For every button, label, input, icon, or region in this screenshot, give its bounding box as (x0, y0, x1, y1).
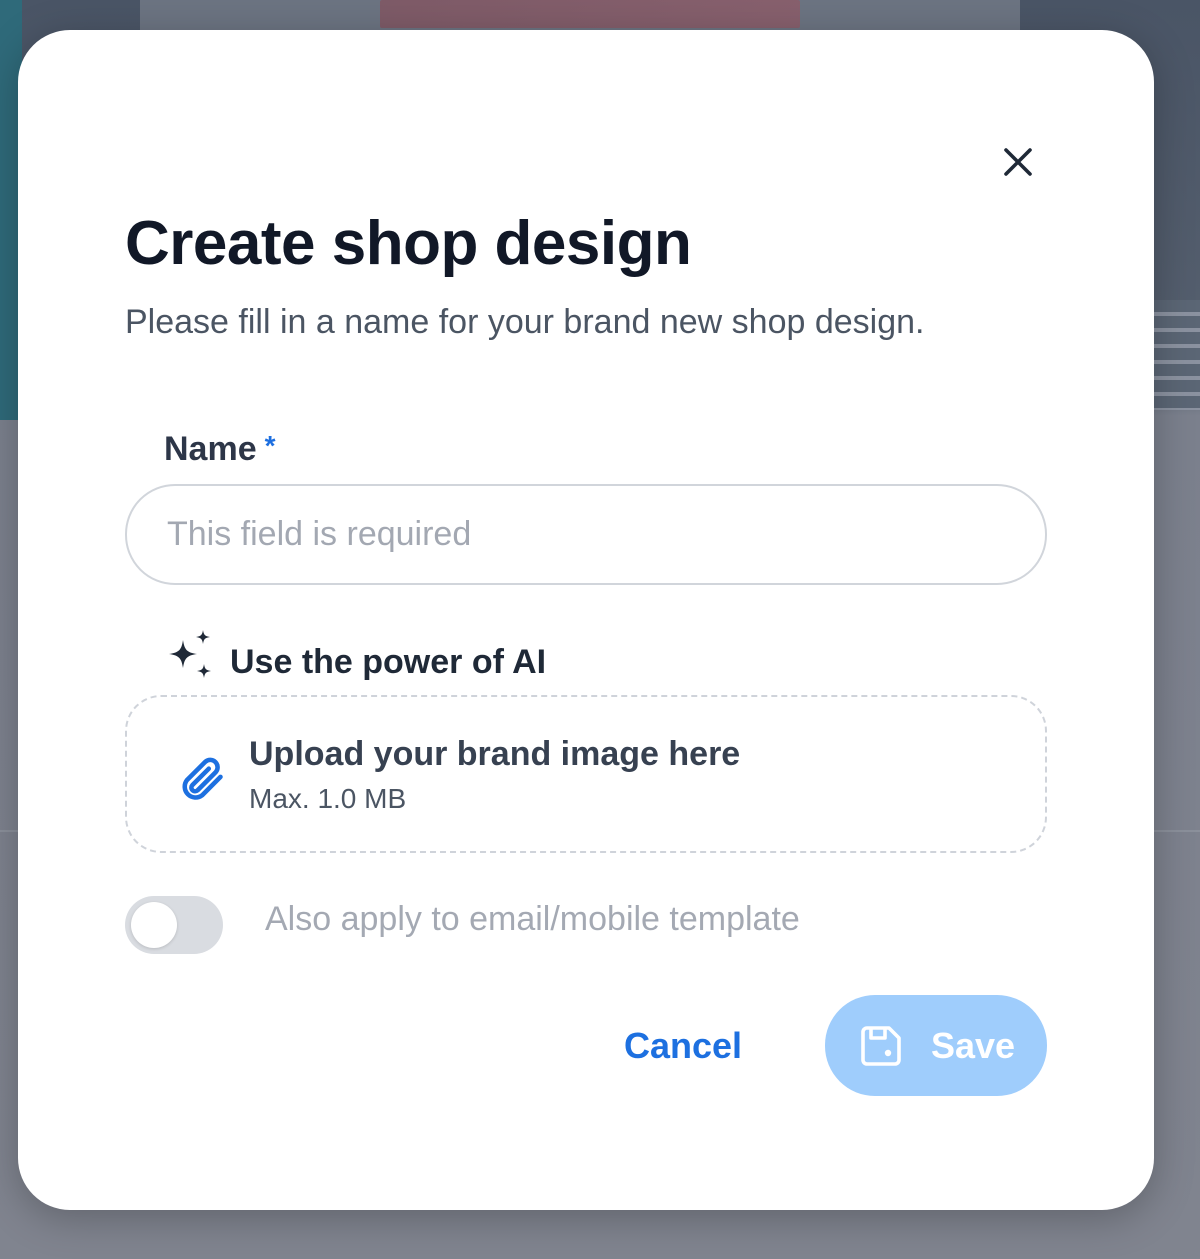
name-field-label: Name * (164, 430, 276, 469)
name-input[interactable] (125, 484, 1047, 585)
save-button-label: Save (930, 1024, 1016, 1066)
ai-section-header: Use the power of AI (166, 630, 546, 684)
cancel-button[interactable]: Cancel (608, 998, 758, 1094)
name-label-text: Name (164, 430, 257, 468)
upload-title: Upload your brand image here (249, 735, 741, 773)
ai-section-label: Use the power of AI (230, 642, 547, 681)
dialog-subtitle: Please fill in a name for your brand new… (125, 303, 925, 341)
sparkles-icon (169, 630, 211, 678)
brand-image-upload-dropzone[interactable]: Upload your brand image here Max. 1.0 MB (125, 695, 1047, 853)
toggle-knob (131, 902, 177, 948)
apply-to-templates-toggle[interactable] (125, 896, 223, 954)
upload-size-limit: Max. 1.0 MB (249, 783, 407, 814)
save-icon (861, 1025, 901, 1066)
apply-to-templates-label: Also apply to email/mobile template (265, 900, 800, 938)
dialog-title: Create shop design (125, 209, 692, 278)
background-banner (380, 0, 800, 28)
create-shop-design-dialog: Create shop design Please fill in a name… (18, 30, 1154, 1210)
background-panel (1152, 300, 1200, 410)
save-button[interactable]: Save (825, 995, 1047, 1096)
required-marker: * (264, 430, 276, 461)
close-icon (1004, 148, 1032, 176)
close-button[interactable] (998, 142, 1038, 182)
paperclip-icon (182, 757, 223, 800)
